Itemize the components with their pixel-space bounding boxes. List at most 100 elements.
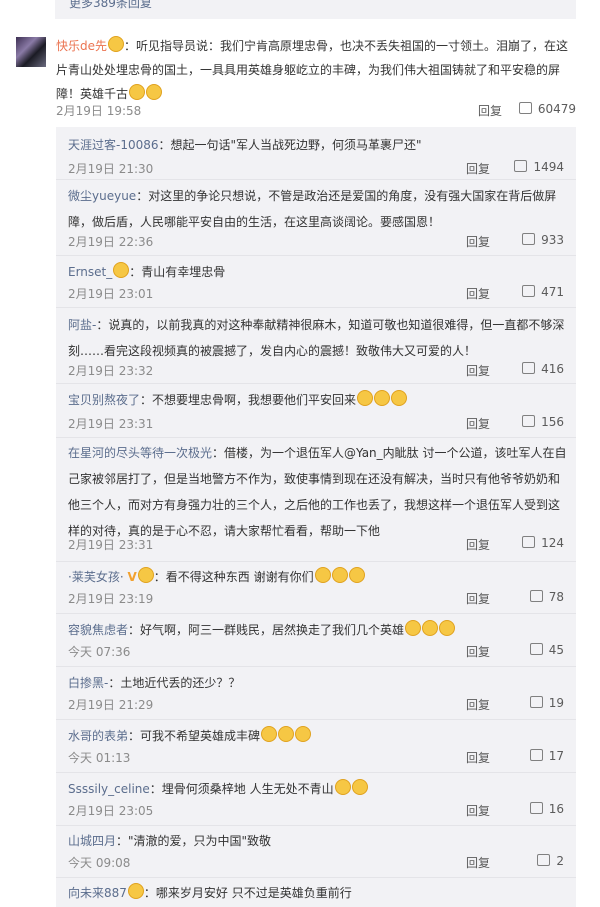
reply-button[interactable]: 回复 [466, 802, 490, 819]
like-button[interactable]: 78 [529, 590, 564, 604]
reply-text: 微尘yueyue：对这里的争论只想说，不管是政治还是爱国的角度，没有强大国家在背… [68, 183, 568, 235]
vip-badge-icon [137, 567, 154, 583]
reply-text: 容貌焦虑者：好气啊，阿三一群贱民，居然换走了我们几个英雄 [68, 617, 568, 643]
timestamp: 2月19日 23:31 [68, 417, 154, 431]
verified-v-icon: V [127, 570, 137, 584]
timestamp: 今天 07:36 [68, 645, 131, 659]
gift-emoji-icon [129, 84, 146, 100]
reply-button[interactable]: 回复 [466, 285, 490, 302]
reply-user[interactable]: 天涯过客-10086 [68, 138, 159, 152]
reply-button[interactable]: 回复 [466, 160, 490, 177]
reply-button[interactable]: 回复 [466, 362, 490, 379]
like-button[interactable]: 124 [522, 536, 564, 550]
crying-emoji-icon [334, 779, 351, 795]
like-count: 471 [541, 285, 564, 299]
timestamp: 2月19日 23:05 [68, 804, 154, 818]
crying-emoji-icon [261, 726, 278, 742]
reply-user[interactable]: 在星河的尽头等待一次极光 [68, 446, 212, 460]
reply-meta: 2月19日 21:29 回复 19 [68, 696, 564, 714]
reply-button[interactable]: 回复 [466, 233, 490, 250]
like-count: 17 [548, 749, 564, 763]
thumbs-up-icon [518, 102, 532, 114]
reply-body: ："清澈的爱，只为中国"致敬 [116, 834, 272, 848]
reply-button[interactable]: 回复 [466, 415, 490, 432]
more-replies-link[interactable]: 更多389条回复 [69, 0, 152, 12]
crying-emoji-icon [439, 620, 456, 636]
reply-body: ：好气啊，阿三一群贱民，居然换走了我们几个英雄 [128, 623, 405, 637]
reply-user[interactable]: 向未来887 [68, 886, 127, 900]
reply-button[interactable]: 回复 [466, 590, 490, 607]
like-count: 16 [548, 802, 564, 816]
reply-button[interactable]: 回复 [466, 536, 490, 553]
divider [56, 383, 576, 384]
reply-button[interactable]: 回复 [466, 749, 490, 766]
reply-user[interactable]: ·莱芙女孩· [68, 570, 124, 584]
timestamp: 今天 01:13 [68, 751, 131, 765]
more-replies-bar[interactable]: 更多389条回复 [55, 0, 576, 19]
reply-user[interactable]: 阿盐- [68, 318, 96, 332]
like-button[interactable]: 60479 [518, 102, 576, 116]
like-count: 933 [541, 233, 564, 247]
reply-user[interactable]: 宝贝别熬夜了 [68, 393, 140, 407]
reply-text: Ssssily_celine：埋骨何须桑梓地 人生无处不青山 [68, 776, 568, 802]
vip-badge-icon [127, 883, 144, 899]
divider [56, 666, 576, 667]
like-button[interactable]: 16 [529, 802, 564, 816]
reply-button[interactable]: 回复 [478, 102, 502, 119]
reply-user[interactable]: Ernset_ [68, 265, 112, 279]
like-count: 124 [541, 536, 564, 550]
reply-button[interactable]: 回复 [466, 643, 490, 660]
reply-button[interactable]: 回复 [466, 696, 490, 713]
reply-meta: 2月19日 23:32 回复 416 [68, 362, 564, 380]
like-count: 19 [548, 696, 564, 710]
thumbs-up-icon [537, 854, 551, 866]
crying-emoji-icon [405, 620, 422, 636]
thumbs-up-icon [529, 749, 543, 761]
timestamp: 2月19日 19:58 [56, 104, 142, 118]
divider [56, 179, 576, 180]
reply-button[interactable]: 回复 [466, 854, 490, 871]
reply-user[interactable]: 白掺黑- [68, 676, 108, 690]
reply-user[interactable]: 容貌焦虑者 [68, 623, 128, 637]
like-button[interactable]: 19 [529, 696, 564, 710]
vip-badge-icon [113, 262, 130, 278]
reply-body: ：可我不希望英雄成丰碑 [128, 729, 261, 743]
crying-emoji-icon [331, 567, 348, 583]
thumbs-up-icon [522, 415, 536, 427]
like-count: 1494 [533, 160, 564, 174]
timestamp: 2月19日 21:30 [68, 162, 154, 176]
like-count: 156 [541, 415, 564, 429]
like-button[interactable]: 1494 [514, 160, 564, 174]
like-button[interactable]: 45 [529, 643, 564, 657]
reply-user[interactable]: 山城四月 [68, 834, 116, 848]
reply-user[interactable]: Ssssily_celine [68, 782, 150, 796]
thumbs-up-icon [522, 233, 536, 245]
like-button[interactable]: 17 [529, 749, 564, 763]
crying-emoji-icon [391, 390, 408, 406]
reply-meta: 2月19日 23:19 回复 78 [68, 590, 564, 608]
main-comment-user[interactable]: 快乐de先 [56, 39, 107, 53]
reply-body: ：埋骨何须桑梓地 人生无处不青山 [149, 782, 334, 796]
thumbs-up-icon [529, 590, 543, 602]
like-button[interactable]: 416 [522, 362, 564, 376]
thumbs-up-icon [514, 160, 528, 172]
crying-emoji-icon [422, 620, 439, 636]
like-button[interactable]: 2 [537, 854, 564, 868]
reply-text: ·莱芙女孩· V ：看不得这种东西 谢谢有你们 [68, 564, 568, 590]
crying-emoji-icon [314, 567, 331, 583]
like-count: 2 [556, 854, 564, 868]
avatar[interactable] [16, 37, 46, 67]
divider [56, 437, 576, 438]
reply-body: ：想起一句话"军人当战死边野，何须马革裹尸还" [158, 138, 422, 152]
like-button[interactable]: 471 [522, 285, 564, 299]
main-comment-text: 快乐de先 ：听见指导员说：我们宁肯高原埋忠骨，也决不丢失祖国的一寸领土。泪崩了，… [56, 34, 576, 106]
reply-user[interactable]: 水哥的表弟 [68, 729, 128, 743]
reply-user[interactable]: 微尘yueyue [68, 189, 136, 203]
divider [56, 877, 576, 878]
reply-meta: 2月19日 21:30 回复 1494 [68, 160, 564, 178]
like-button[interactable]: 933 [522, 233, 564, 247]
salute-emoji-icon [146, 84, 163, 100]
like-button[interactable]: 156 [522, 415, 564, 429]
crying-emoji-icon [357, 390, 374, 406]
crying-emoji-icon [348, 567, 365, 583]
